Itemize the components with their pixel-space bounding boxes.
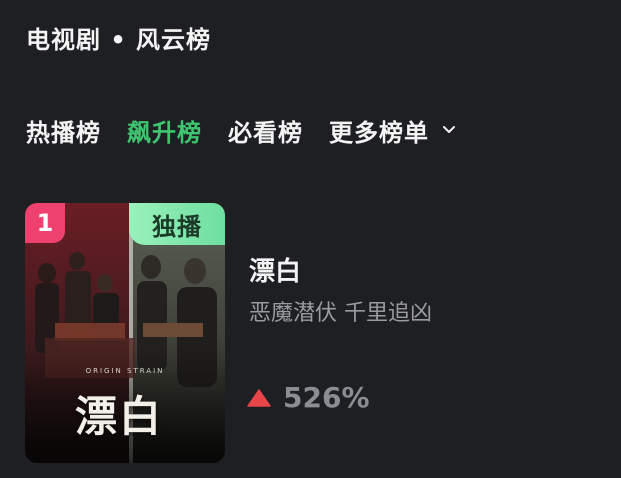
- tab-rising[interactable]: 飙升榜: [127, 113, 202, 148]
- show-tagline: 恶魔潜伏 千里追凶: [249, 301, 432, 326]
- trend-percentage: 526%: [283, 381, 370, 414]
- ranking-tabs: 热播榜 飙升榜 必看榜 更多榜单: [26, 112, 457, 148]
- tab-more-lists-label: 更多榜单: [329, 118, 429, 147]
- exclusive-tag: 独播: [129, 203, 225, 245]
- page-title: 电视剧 • 风云榜: [26, 26, 212, 54]
- show-poster[interactable]: ORIGIN STRAIN 漂白 1 独播: [25, 203, 225, 463]
- trend-indicator: 526%: [247, 381, 370, 414]
- rank-badge: 1: [25, 203, 65, 243]
- chevron-down-icon: [443, 126, 455, 133]
- tab-hot[interactable]: 热播榜: [26, 113, 101, 148]
- show-title[interactable]: 漂白: [249, 251, 301, 288]
- poster-subtitle: ORIGIN STRAIN: [86, 367, 165, 375]
- poster-title-text: 漂白: [75, 392, 164, 441]
- up-triangle-icon: [247, 388, 271, 407]
- tab-must-watch[interactable]: 必看榜: [228, 113, 303, 148]
- tab-more-lists[interactable]: 更多榜单: [329, 113, 457, 148]
- ranking-item[interactable]: ORIGIN STRAIN 漂白 1 独播 漂白 恶魔潜伏 千里追凶 526%: [25, 203, 585, 463]
